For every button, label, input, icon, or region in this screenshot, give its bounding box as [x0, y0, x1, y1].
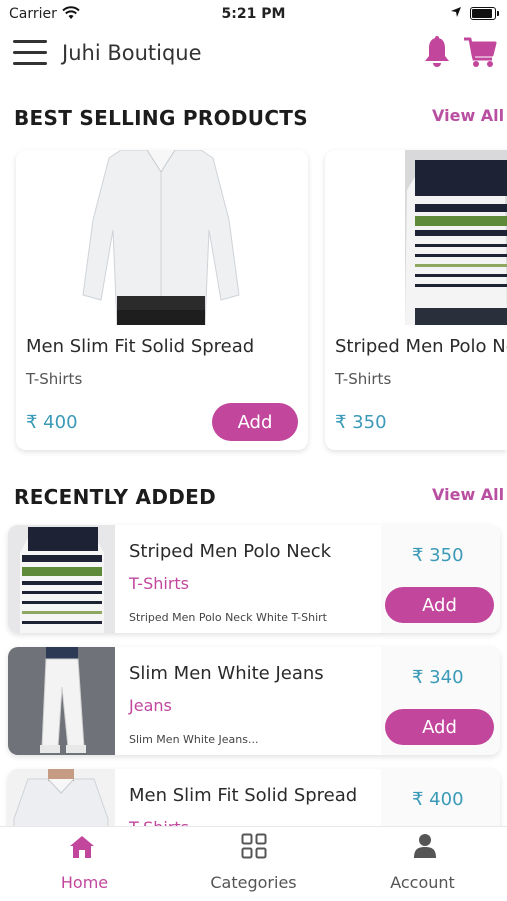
- tab-label: Account: [390, 873, 455, 892]
- product-category: Jeans: [129, 696, 172, 715]
- clock: 5:21 PM: [221, 6, 286, 22]
- product-name: Men Slim Fit Solid Spread: [129, 785, 358, 806]
- add-to-cart-button[interactable]: Add: [385, 587, 494, 623]
- recently-added-view-all-link[interactable]: View All: [432, 485, 504, 504]
- product-description: Slim Men White Jeans...: [129, 733, 259, 746]
- product-price: ₹ 350: [335, 412, 387, 433]
- best-selling-view-all-link[interactable]: View All: [432, 106, 504, 125]
- product-price: ₹ 400: [412, 789, 464, 810]
- battery-icon: [470, 7, 496, 20]
- location-arrow-icon: [451, 7, 461, 17]
- best-selling-title: BEST SELLING PRODUCTS: [14, 106, 308, 130]
- product-category: T-Shirts: [26, 370, 83, 388]
- product-name: Striped Men Polo Neck: [129, 541, 332, 562]
- tab-home[interactable]: Home: [0, 827, 169, 901]
- hamburger-menu-icon[interactable]: [13, 40, 47, 66]
- battery-tip: [497, 11, 499, 16]
- product-name: Striped Men Polo Neck: [335, 336, 507, 357]
- user-icon: [414, 834, 436, 858]
- product-price: ₹ 400: [26, 412, 78, 433]
- tab-label: Home: [60, 873, 109, 892]
- product-card[interactable]: Striped Men Polo Neck T-Shirts ₹ 350: [325, 150, 507, 450]
- list-item[interactable]: Slim Men White Jeans Jeans Slim Men Whit…: [8, 647, 500, 755]
- list-item[interactable]: Striped Men Polo Neck T-Shirts Striped M…: [8, 525, 500, 633]
- product-card[interactable]: Men Slim Fit Solid Spread T-Shirts ₹ 400…: [16, 150, 308, 450]
- tab-categories[interactable]: Categories: [169, 827, 338, 901]
- product-category: T-Shirts: [335, 370, 392, 388]
- status-bar: Carrier 5:21 PM: [0, 0, 507, 28]
- product-category: T-Shirts: [129, 574, 190, 593]
- product-name: Men Slim Fit Solid Spread: [26, 336, 255, 357]
- cart-icon[interactable]: [462, 35, 498, 69]
- product-price: ₹ 340: [412, 667, 464, 688]
- grid-icon: [241, 833, 267, 859]
- add-to-cart-button[interactable]: Add: [212, 403, 298, 441]
- add-to-cart-button[interactable]: Add: [385, 709, 494, 745]
- tab-account[interactable]: Account: [338, 827, 507, 901]
- notification-bell-icon[interactable]: [422, 35, 452, 69]
- tab-label: Categories: [210, 873, 297, 892]
- product-image: [8, 525, 115, 633]
- bottom-tab-bar: Home Categories Account: [0, 826, 507, 901]
- product-description: Striped Men Polo Neck White T-Shirt: [129, 611, 327, 624]
- home-icon: [70, 836, 94, 858]
- product-image: [81, 150, 241, 325]
- product-image: [8, 647, 115, 755]
- product-price: ₹ 350: [412, 545, 464, 566]
- product-name: Slim Men White Jeans: [129, 663, 324, 684]
- recently-added-title: RECENTLY ADDED: [14, 485, 217, 509]
- product-image: [405, 150, 507, 325]
- app-title: Juhi Boutique: [62, 41, 202, 65]
